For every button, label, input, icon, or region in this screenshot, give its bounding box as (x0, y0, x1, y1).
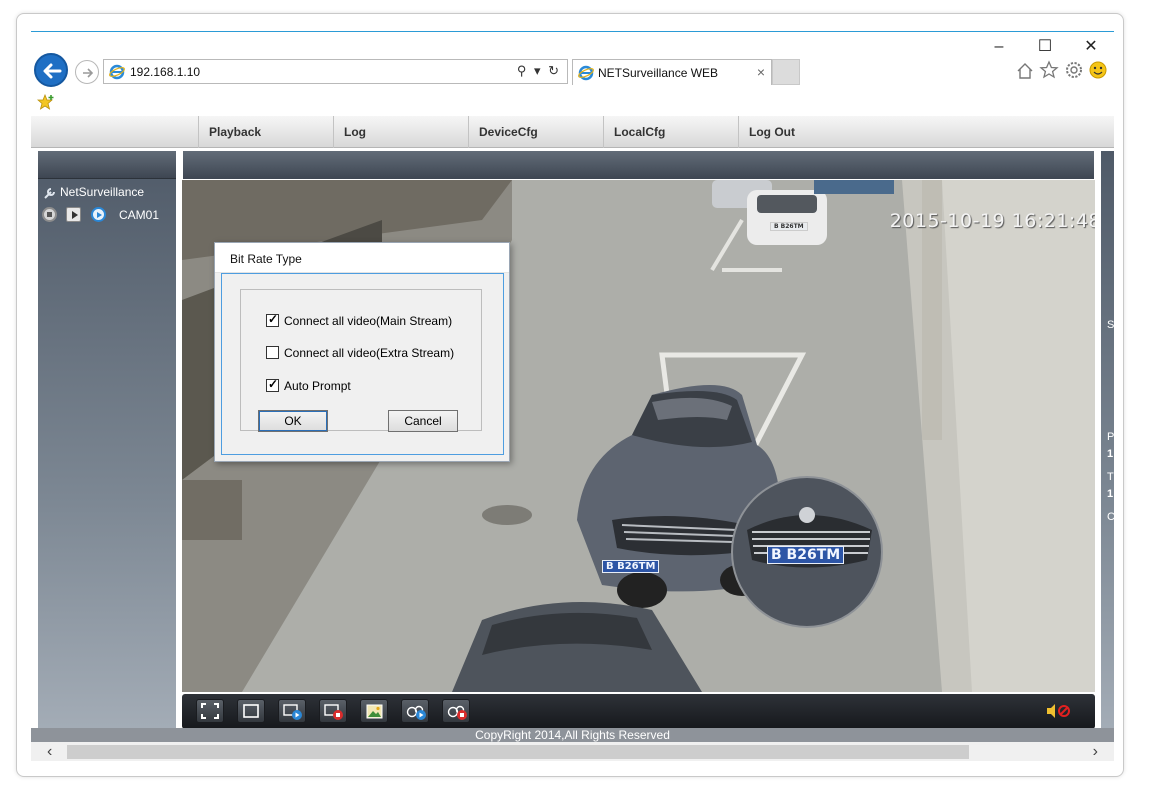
url-text: 192.168.1.10 (130, 65, 201, 79)
play-icon[interactable] (66, 207, 81, 222)
record-stop-button[interactable] (442, 699, 470, 723)
video-timestamp: 2015-10-19 16:21:48 (889, 210, 1095, 232)
tree-root-label: NetSurveillance (60, 185, 145, 199)
search-refresh-icons[interactable]: ⚲ ▾ ↻ (517, 63, 561, 79)
address-bar[interactable]: 192.168.1.10 ⚲ ▾ ↻ (103, 59, 568, 84)
check-mark: ✓ (268, 377, 279, 391)
right-panel-letter: P (1107, 431, 1114, 443)
ptz-side-panel: S P 1 T 1 C (1101, 151, 1114, 728)
home-icon[interactable] (1015, 61, 1035, 81)
right-panel-letter: 1 (1107, 488, 1114, 500)
copyright-footer: CopyRight 2014,All Rights Reserved (31, 728, 1114, 742)
tab-close-icon[interactable]: × (757, 64, 765, 80)
right-panel-letter: S (1107, 319, 1114, 331)
right-panel-letter: C (1107, 511, 1114, 523)
cancel-button[interactable]: Cancel (388, 410, 458, 432)
menu-localcfg[interactable]: LocalCfg (603, 116, 738, 148)
dialog-body: ✓ Connect all video(Main Stream) Connect… (221, 273, 504, 455)
menu-log[interactable]: Log (333, 116, 468, 148)
record-start-button[interactable] (401, 699, 429, 723)
minimize-button[interactable]: – (986, 38, 1012, 56)
mute-audio-icon[interactable] (1045, 703, 1071, 719)
video-header (183, 151, 1094, 179)
extra-stream-label[interactable]: Connect all video(Extra Stream) (284, 346, 454, 360)
menu-playback[interactable]: Playback (198, 116, 333, 148)
scroll-right-arrow[interactable]: › (1093, 742, 1098, 761)
license-plate-far: B B26TM (770, 222, 808, 231)
menu-logout[interactable]: Log Out (738, 116, 873, 148)
ok-button[interactable]: OK (258, 410, 328, 432)
extra-stream-checkbox[interactable] (266, 346, 279, 359)
right-panel-letter: 1 (1107, 448, 1114, 460)
license-plate-main: B B26TM (602, 560, 660, 573)
picture-icon (366, 704, 383, 719)
snapshot-button[interactable] (360, 699, 388, 723)
horizontal-scrollbar[interactable]: ‹ › (31, 742, 1114, 761)
device-tree-panel: NetSurveillance CAM01 (38, 151, 176, 728)
camera-stop-icon (447, 705, 467, 720)
scroll-left-arrow[interactable]: ‹ (47, 742, 52, 761)
monitor-play-icon (283, 704, 302, 720)
license-plate-zoom: B B26TM (767, 546, 845, 564)
browser-tab[interactable]: NETSurveillance WEB × (572, 59, 772, 85)
ie-logo-icon (109, 64, 125, 80)
camera-play-icon (406, 705, 426, 720)
scroll-thumb[interactable] (67, 745, 969, 759)
main-stream-label[interactable]: Connect all video(Main Stream) (284, 314, 452, 328)
browser-window: – ☐ ✕ 192.168.1.10 ⚲ ▾ ↻ NETSurveillance… (31, 31, 1114, 761)
favorites-star-icon[interactable] (1039, 60, 1059, 80)
single-view-button[interactable] (237, 699, 265, 723)
auto-prompt-label[interactable]: Auto Prompt (284, 379, 351, 393)
add-favorites-icon[interactable] (37, 94, 55, 110)
wrench-icon (44, 188, 55, 199)
menu-devicecfg[interactable]: DeviceCfg (468, 116, 603, 148)
back-button[interactable] (34, 53, 68, 87)
ie-logo-icon (578, 65, 594, 81)
forward-arrow-icon (83, 68, 94, 78)
main-stream-checkbox[interactable]: ✓ (266, 312, 279, 327)
close-window-button[interactable]: ✕ (1078, 38, 1104, 56)
camera-label[interactable]: CAM01 (119, 208, 159, 222)
monitor-stop-icon (324, 704, 343, 720)
gear-icon[interactable] (1064, 60, 1084, 80)
device-tree-header (38, 151, 176, 179)
smiley-icon[interactable] (1088, 60, 1108, 80)
right-panel-letter: T (1107, 471, 1114, 483)
new-tab-button[interactable] (772, 59, 800, 85)
dialog-title: Bit Rate Type (230, 252, 302, 266)
stop-all-button[interactable] (319, 699, 347, 723)
check-mark: ✓ (268, 312, 279, 326)
single-window-icon (243, 704, 259, 718)
camera-status-icon[interactable] (91, 207, 106, 222)
forward-button[interactable] (75, 60, 99, 84)
app-menu-bar: Playback Log DeviceCfg LocalCfg Log Out (31, 116, 1114, 148)
maximize-button[interactable]: ☐ (1032, 38, 1058, 56)
bit-rate-type-dialog: Bit Rate Type ✓ Connect all video(Main S… (214, 242, 510, 462)
fullscreen-icon (201, 703, 219, 719)
start-all-button[interactable] (278, 699, 306, 723)
video-control-bar (182, 694, 1095, 729)
stop-icon[interactable] (42, 207, 57, 222)
fullscreen-button[interactable] (196, 699, 224, 723)
auto-prompt-checkbox[interactable]: ✓ (266, 377, 279, 392)
tab-title: NETSurveillance WEB (598, 66, 719, 80)
back-arrow-icon (43, 63, 62, 79)
dialog-titlebar[interactable]: Bit Rate Type (215, 243, 509, 273)
